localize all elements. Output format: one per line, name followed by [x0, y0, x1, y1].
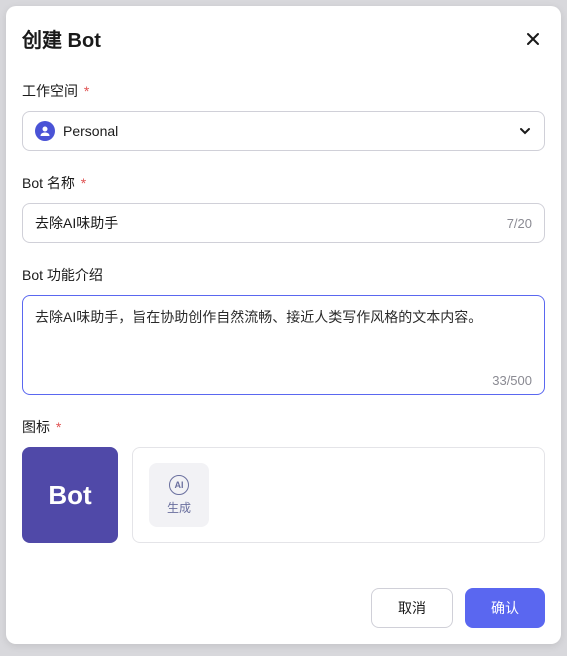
close-button[interactable]	[521, 27, 545, 51]
generate-box: AI 生成	[132, 447, 545, 543]
cancel-button[interactable]: 取消	[371, 588, 453, 628]
workspace-value: Personal	[63, 123, 518, 139]
user-icon	[35, 121, 55, 141]
bot-name-label: Bot 名称 *	[22, 173, 545, 193]
bot-name-input[interactable]	[35, 215, 507, 231]
icon-label: 图标 *	[22, 417, 545, 437]
workspace-select[interactable]: Personal	[22, 111, 545, 151]
required-mark: *	[56, 419, 61, 435]
close-icon	[525, 31, 541, 47]
workspace-group: 工作空间 * Personal	[22, 81, 545, 151]
required-mark: *	[84, 83, 89, 99]
description-textarea[interactable]	[35, 306, 532, 364]
modal-header: 创建 Bot	[22, 24, 545, 53]
icon-preview[interactable]: Bot	[22, 447, 118, 543]
confirm-button[interactable]: 确认	[465, 588, 545, 628]
icon-group: 图标 * Bot AI 生成	[22, 417, 545, 543]
chevron-down-icon	[518, 124, 532, 138]
modal-footer: 取消 确认	[22, 588, 545, 628]
description-textarea-wrapper: 33/500	[22, 295, 545, 395]
generate-button[interactable]: AI 生成	[149, 463, 209, 527]
bot-name-input-wrapper: 7/20	[22, 203, 545, 243]
description-label: Bot 功能介绍	[22, 265, 545, 285]
bot-name-count: 7/20	[507, 216, 532, 231]
icon-section: Bot AI 生成	[22, 447, 545, 543]
generate-label: 生成	[167, 499, 191, 516]
required-mark: *	[81, 175, 86, 191]
workspace-label-text: 工作空间	[22, 83, 78, 99]
workspace-label: 工作空间 *	[22, 81, 545, 101]
icon-label-text: 图标	[22, 419, 50, 435]
bot-name-group: Bot 名称 * 7/20	[22, 173, 545, 243]
modal-title: 创建 Bot	[22, 24, 101, 53]
bot-name-label-text: Bot 名称	[22, 175, 75, 191]
create-bot-modal: 创建 Bot 工作空间 * Personal	[6, 6, 561, 644]
description-group: Bot 功能介绍 33/500	[22, 265, 545, 395]
ai-icon: AI	[169, 475, 189, 495]
description-count: 33/500	[35, 373, 532, 388]
